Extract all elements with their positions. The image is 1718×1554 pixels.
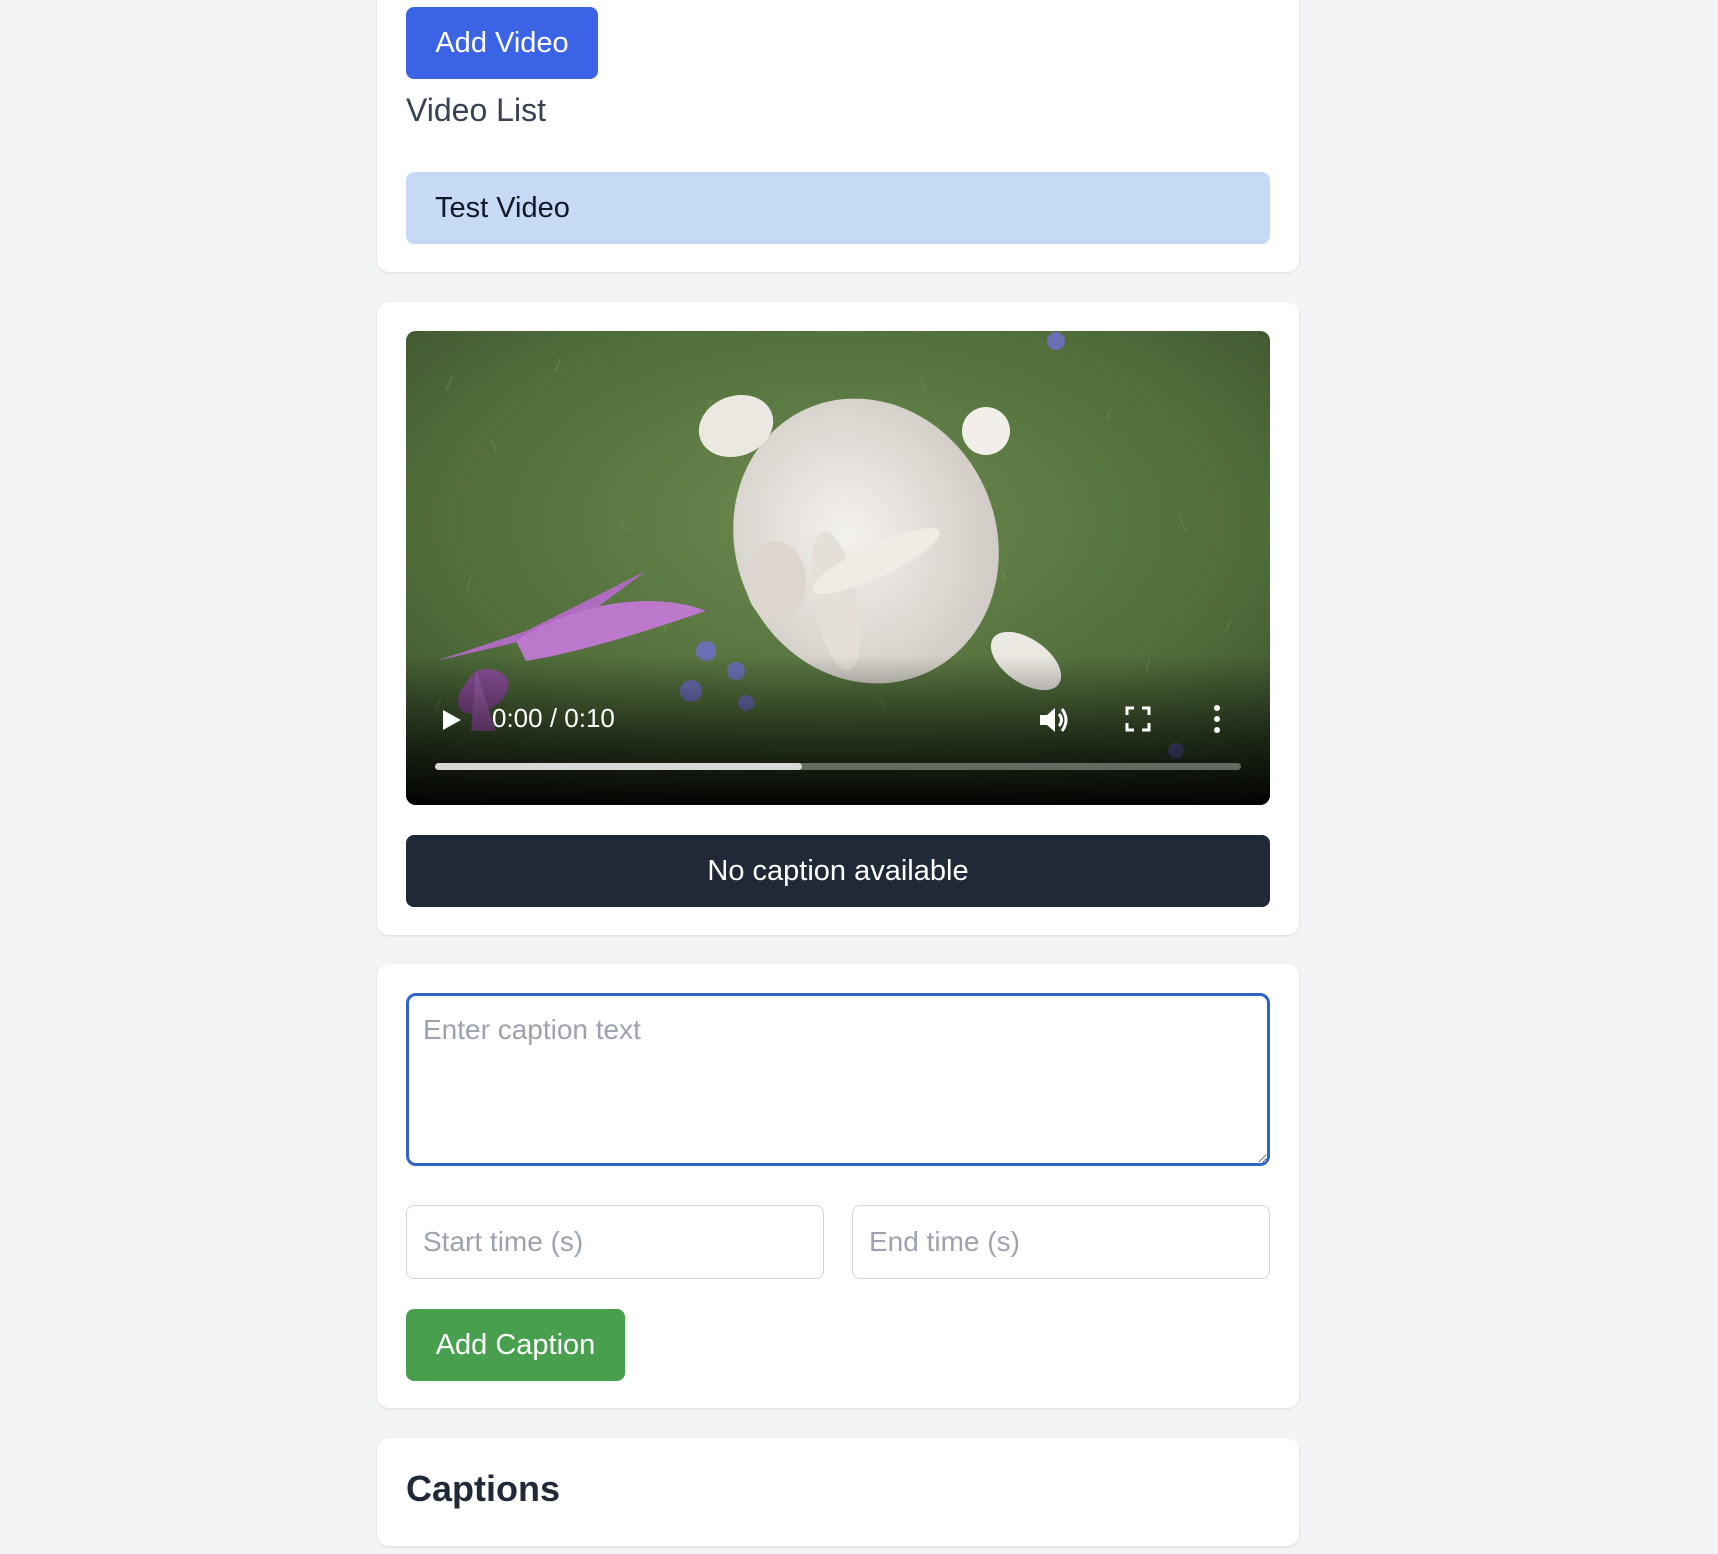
play-icon[interactable]: [436, 705, 466, 735]
current-caption-display: No caption available: [406, 835, 1270, 907]
caption-text-input[interactable]: [406, 993, 1270, 1166]
seek-bar-buffered: [435, 763, 802, 770]
video-player[interactable]: 0:00 / 0:10: [406, 331, 1270, 805]
captions-list-card: Captions: [377, 1438, 1299, 1546]
caption-editor-card: Add Caption: [377, 964, 1299, 1408]
add-video-button[interactable]: Add Video: [406, 7, 598, 79]
more-options-icon[interactable]: [1210, 703, 1224, 735]
video-list-heading: Video List: [406, 92, 546, 128]
add-caption-button[interactable]: Add Caption: [406, 1309, 625, 1381]
video-player-card: 0:00 / 0:10 No caption available: [377, 302, 1299, 935]
video-list-item[interactable]: Test Video: [406, 172, 1270, 244]
end-time-input[interactable]: [852, 1205, 1270, 1279]
start-time-input[interactable]: [406, 1205, 824, 1279]
volume-icon[interactable]: [1036, 703, 1070, 737]
time-display: 0:00 / 0:10: [492, 703, 615, 733]
captions-heading: Captions: [406, 1468, 561, 1509]
video-manager-card: Add Video Video List Test Video: [377, 0, 1299, 272]
seek-bar[interactable]: [435, 763, 1241, 770]
fullscreen-icon[interactable]: [1124, 705, 1152, 733]
